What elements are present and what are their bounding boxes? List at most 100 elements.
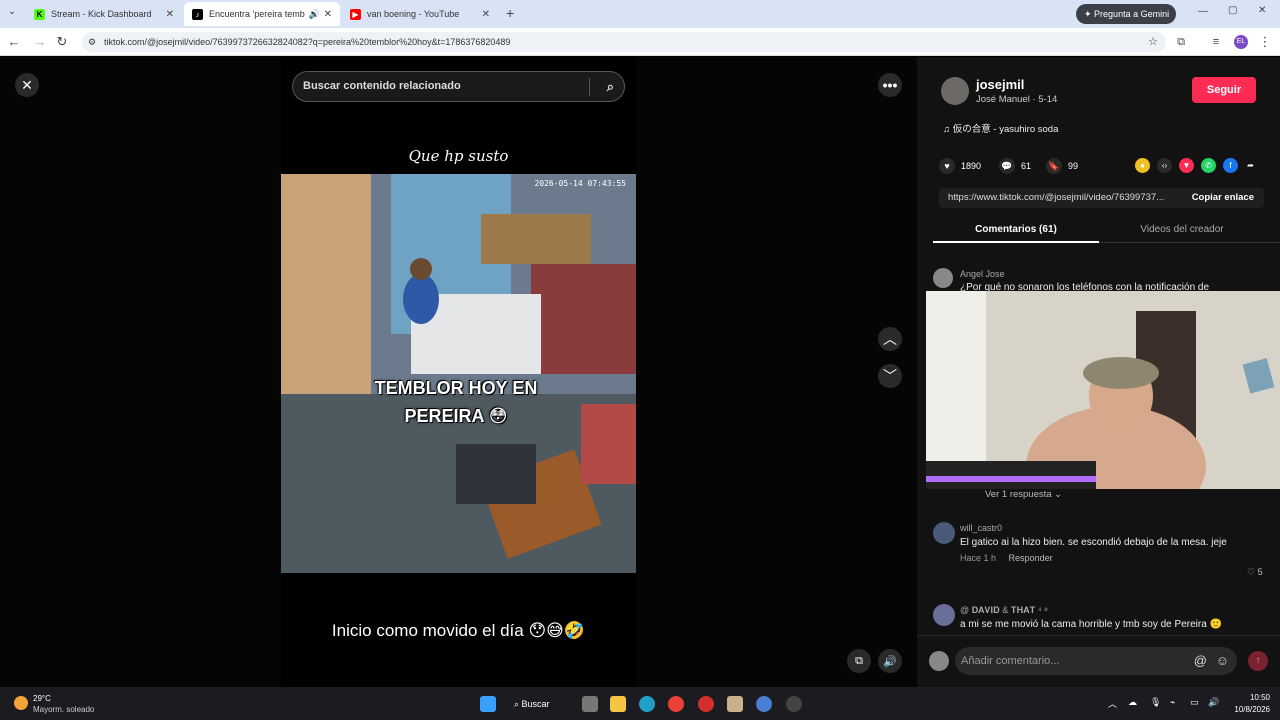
video-frame[interactable]: 2026-05-14 07:43:55 TEMBLOR HOY EN PEREI… [281, 174, 636, 573]
tab-creator-videos[interactable]: Videos del creador [1099, 217, 1265, 243]
chrome-icon[interactable] [668, 696, 684, 712]
heart-outline-icon: ♡ [1247, 567, 1256, 577]
gemini-button[interactable]: ✦ Pregunta a Gemini [1076, 4, 1176, 24]
window-close-icon[interactable]: ✕ [1258, 5, 1266, 16]
tray-volume-icon[interactable]: 🔊 [1208, 697, 1219, 708]
volume-button[interactable]: 🔊 [878, 649, 902, 673]
extensions-icon[interactable]: ⧉ [1173, 34, 1189, 50]
post-comment-button[interactable]: ↑ [1248, 651, 1268, 671]
embed-icon[interactable]: ‹› [1157, 158, 1172, 173]
tab-title: Encuentra 'pereira temblor [209, 9, 305, 19]
tab-tiktok[interactable]: ♪ Encuentra 'pereira temblor 🔊 ✕ [184, 2, 340, 26]
comment-avatar[interactable] [933, 522, 955, 544]
comment-item: Angel Jose ¿Por qué no sonaron los teléf… [960, 269, 1260, 293]
person [403, 274, 439, 324]
like-stat[interactable]: ♥ 1890 [939, 158, 981, 174]
tab-comments[interactable]: Comentarios (61) [933, 217, 1099, 243]
tray-mic-icon[interactable]: 🎙 [1150, 697, 1161, 708]
close-video-button[interactable]: ✕ [15, 73, 39, 97]
edge-icon[interactable] [639, 696, 655, 712]
audio-icon[interactable]: 🔊 [309, 9, 320, 20]
profile-avatar[interactable]: EL [1234, 35, 1248, 49]
comment-time: Hace 1 h [960, 553, 997, 563]
taskbar-search[interactable]: ⌕ Buscar [514, 695, 550, 713]
tray-network-icon[interactable]: ⌁ [1170, 697, 1175, 708]
tray-chevron-icon[interactable]: ︿ [1108, 697, 1117, 710]
search-icon[interactable]: ⌕ [607, 72, 614, 101]
tray-display-icon[interactable]: ▭ [1190, 697, 1199, 708]
obs-icon[interactable] [786, 696, 802, 712]
coin-icon[interactable]: ● [1135, 158, 1150, 173]
mention-icon[interactable]: @ [1194, 647, 1207, 675]
whatsapp-icon[interactable]: ✆ [1201, 158, 1216, 173]
task-view-icon[interactable] [582, 696, 598, 712]
creator-username[interactable]: josejmil [976, 77, 1024, 92]
url-input[interactable]: ⚙ tiktok.com/@josejmil/video/76399737266… [82, 32, 1166, 52]
chrome-profile-icon[interactable] [756, 696, 772, 712]
webcam-overlay [926, 291, 1280, 489]
send-icon[interactable]: ▼ [1179, 158, 1194, 173]
detail-tabs: Comentarios (61) Videos del creador [933, 217, 1280, 243]
search-placeholder: Buscar contenido relacionado [303, 80, 461, 92]
video-caption-bottom: Inicio como movido el día 😯😅🤣 [331, 621, 586, 640]
float-player-button[interactable]: ⧉ [847, 649, 871, 673]
close-icon[interactable]: ✕ [482, 9, 490, 20]
previous-video-button[interactable]: ︿ [878, 327, 902, 351]
comment-user[interactable]: @ 𝐃𝐀𝐕𝐈𝐃 & 𝐓𝐇𝐀𝐓 ⁴ ⁸ [960, 605, 1260, 616]
comment-like[interactable]: ♡ 5 [1247, 567, 1263, 578]
comment-item: will_castr0 El gatico ai la hizo bien. s… [960, 523, 1250, 563]
app-red-icon[interactable] [698, 696, 714, 712]
maximize-icon[interactable]: ▢ [1228, 5, 1237, 16]
app-pen-icon[interactable] [727, 696, 743, 712]
view-replies-link[interactable]: Ver 1 respuesta ⌄ [985, 489, 1062, 500]
tray-cloud-icon[interactable]: ☁ [1128, 697, 1137, 708]
bookmark-star-icon[interactable]: ☆ [1148, 32, 1158, 52]
new-tab-button[interactable]: + [506, 5, 514, 21]
comment-stat[interactable]: 💬 61 [999, 158, 1031, 174]
clock-time[interactable]: 10:50 [1236, 693, 1270, 702]
search-divider [589, 78, 590, 96]
start-icon[interactable] [480, 696, 496, 712]
weather-desc[interactable]: Mayorm. soleado [33, 705, 94, 714]
comment-item: @ 𝐃𝐀𝐕𝐈𝐃 & 𝐓𝐇𝐀𝐓 ⁴ ⁸ a mi se me movió la c… [960, 605, 1260, 630]
tiktok-icon: ♪ [192, 8, 203, 20]
music-link[interactable]: ♫ 仮の合意 - yasuhiro soda [943, 121, 1058, 135]
more-options-button[interactable]: ••• [878, 73, 902, 97]
forward-icon[interactable]: → [32, 34, 48, 50]
facebook-icon[interactable]: f [1223, 158, 1238, 173]
back-icon[interactable]: ← [6, 34, 22, 50]
comment-divider [917, 635, 1280, 636]
minimize-icon[interactable]: — [1198, 6, 1208, 17]
clock-date[interactable]: 10/8/2026 [1226, 705, 1270, 714]
next-video-button[interactable]: ﹀ [878, 364, 902, 388]
weather-icon[interactable] [14, 696, 28, 710]
cushion [456, 444, 536, 504]
tab-list-chevron-icon[interactable]: ⌄ [8, 6, 16, 17]
weather-temp[interactable]: 29°C [33, 694, 51, 703]
copy-link-button[interactable]: Copiar enlace [1192, 188, 1254, 208]
tab-kick[interactable]: K Stream - Kick Dashboard ✕ [26, 2, 182, 26]
close-icon[interactable]: ✕ [324, 9, 332, 20]
emoji-icon[interactable]: ☺ [1216, 647, 1229, 675]
reply-button[interactable]: Responder [1009, 553, 1053, 563]
comment-user[interactable]: will_castr0 [960, 523, 1250, 533]
close-icon[interactable]: ✕ [166, 9, 174, 20]
follow-button[interactable]: Seguir [1192, 77, 1256, 103]
comment-user[interactable]: Angel Jose [960, 269, 1260, 279]
file-explorer-icon[interactable] [610, 696, 626, 712]
share-arrow-icon[interactable]: ➦ [1243, 158, 1258, 173]
tab-youtube[interactable]: ▶ van boening - YouTube ✕ [342, 2, 498, 26]
comment-avatar[interactable] [933, 604, 955, 626]
save-stat[interactable]: 🔖 99 [1046, 158, 1078, 174]
media-controls-icon[interactable]: ≡ [1208, 34, 1224, 50]
menu-kebab-icon[interactable]: ⋮ [1257, 34, 1273, 50]
share-link-text[interactable]: https://www.tiktok.com/@josejmil/video/7… [948, 188, 1164, 208]
reload-icon[interactable]: ↻ [54, 34, 70, 50]
related-search-input[interactable]: Buscar contenido relacionado ⌕ [292, 71, 625, 102]
add-comment-input[interactable]: Añadir comentario... @ ☺ [955, 647, 1237, 675]
browser-tab-bar: ⌄ K Stream - Kick Dashboard ✕ ♪ Encuentr… [0, 0, 1280, 28]
creator-avatar[interactable] [941, 77, 969, 105]
site-info-icon[interactable]: ⚙ [88, 32, 96, 52]
heart-icon: ♥ [939, 158, 955, 174]
comment-avatar[interactable] [933, 268, 953, 288]
